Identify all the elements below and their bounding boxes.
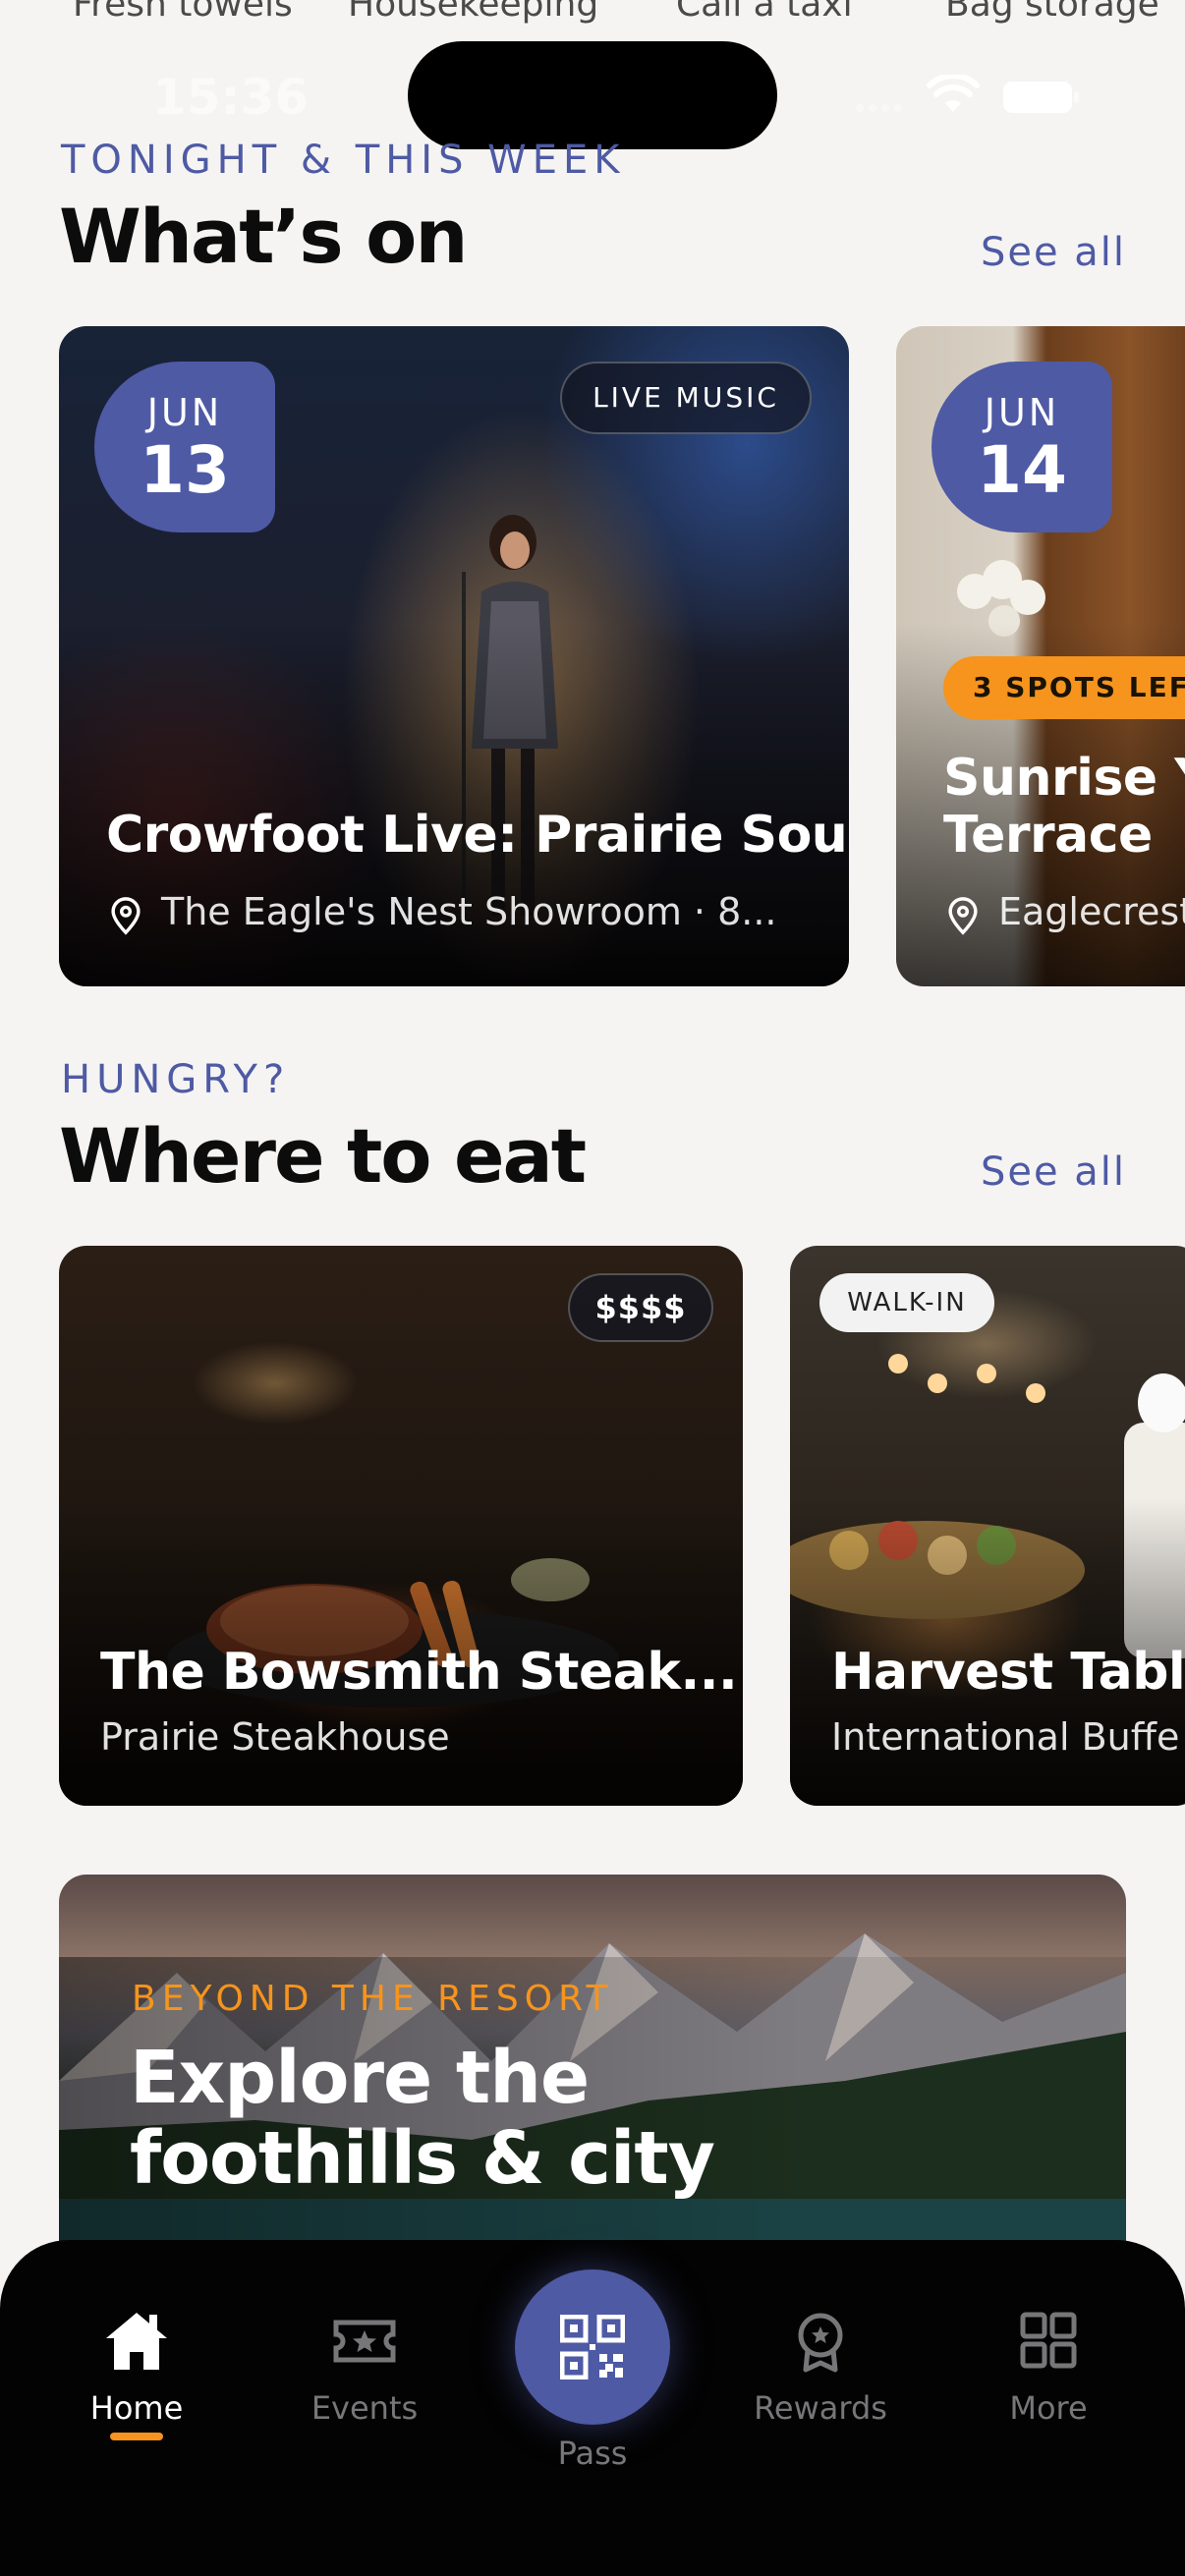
nav-label: Events: [310, 2389, 419, 2427]
event-card[interactable]: JUN 14 3 SPOTS LEFT Sunrise Y Terrace Ea…: [896, 326, 1185, 986]
event-title: Crowfoot Live: Prairie Soul: [106, 806, 849, 865]
quick-action-fresh-towels[interactable]: Fresh towels: [73, 0, 293, 25]
price-tag: $$$$: [568, 1273, 713, 1342]
signal-icon: [856, 104, 902, 112]
nav-more[interactable]: More: [960, 2309, 1137, 2427]
nav-label: Home: [89, 2389, 184, 2427]
date-badge: JUN 14: [931, 362, 1112, 532]
restaurant-card[interactable]: WALK-IN Harvest Table International Buff…: [790, 1246, 1185, 1806]
whats-on-eyebrow: TONIGHT & THIS WEEK: [61, 138, 626, 183]
explore-title-line1: Explore the: [130, 2036, 590, 2120]
quick-action-housekeeping[interactable]: Housekeeping: [348, 0, 598, 25]
quick-action-bag-storage[interactable]: Bag storage: [945, 0, 1159, 25]
where-to-eat-title: Where to eat: [59, 1112, 587, 1200]
location-pin-icon: [948, 897, 978, 935]
restaurant-cuisine: Prairie Steakhouse: [100, 1715, 450, 1759]
dynamic-island: [408, 41, 777, 149]
whats-on-see-all-link[interactable]: See all: [981, 230, 1126, 275]
walk-in-tag: WALK-IN: [819, 1273, 994, 1332]
nav-label: More: [1009, 2389, 1088, 2427]
restaurant-name: The Bowsmith Steak...: [100, 1643, 738, 1702]
nav-pass-label: Pass: [557, 2435, 628, 2472]
nav-events[interactable]: Events: [276, 2309, 453, 2427]
location-pin-icon: [111, 897, 141, 935]
date-month: JUN: [984, 391, 1060, 434]
explore-title-line2: foothills & city: [130, 2116, 715, 2201]
active-tab-indicator: [110, 2433, 163, 2440]
restaurant-name: Harvest Table: [831, 1643, 1185, 1702]
category-tag: LIVE MUSIC: [560, 362, 812, 434]
qr-code-icon: [560, 2315, 625, 2380]
restaurant-card[interactable]: $$$$ The Bowsmith Steak... Prairie Steak…: [59, 1246, 743, 1806]
event-location: Eaglecrest: [998, 890, 1185, 933]
award-badge-icon: [798, 2313, 843, 2373]
quick-actions-row: Fresh towels Housekeeping Call a taxi Ba…: [0, 0, 1185, 28]
grid-icon: [1020, 2312, 1077, 2369]
nav-label: Rewards: [754, 2389, 887, 2427]
whats-on-title: What’s on: [59, 193, 468, 280]
explore-title: Explore the foothills & city: [130, 2036, 715, 2201]
battery-icon: [1003, 82, 1079, 113]
pass-button[interactable]: [515, 2269, 670, 2425]
event-title-line2: Terrace: [943, 806, 1153, 865]
explore-eyebrow: BEYOND THE RESORT: [132, 1979, 614, 2019]
date-badge: JUN 13: [94, 362, 275, 532]
availability-tag: 3 SPOTS LEFT: [943, 656, 1185, 719]
status-time: 15:36: [152, 69, 310, 126]
where-to-eat-eyebrow: HUNGRY?: [61, 1057, 291, 1102]
date-month: JUN: [146, 391, 223, 434]
restaurant-cuisine: International Buffe: [831, 1715, 1180, 1759]
ticket-star-icon: [333, 2320, 396, 2363]
event-location: The Eagle's Nest Showroom · 8...: [161, 890, 777, 933]
date-day: 13: [140, 432, 230, 508]
wifi-icon: [927, 75, 980, 112]
where-to-eat-see-all-link[interactable]: See all: [981, 1149, 1126, 1195]
nav-home[interactable]: Home: [48, 2309, 225, 2427]
quick-action-call-taxi[interactable]: Call a taxi: [676, 0, 853, 25]
nav-rewards[interactable]: Rewards: [732, 2309, 909, 2427]
home-icon: [106, 2313, 167, 2370]
event-title-line1: Sunrise Y: [943, 749, 1185, 808]
event-card[interactable]: JUN 13 LIVE MUSIC Crowfoot Live: Prairie…: [59, 326, 849, 986]
explore-banner[interactable]: BEYOND THE RESORT Explore the foothills …: [59, 1875, 1126, 2287]
date-day: 14: [977, 432, 1067, 508]
